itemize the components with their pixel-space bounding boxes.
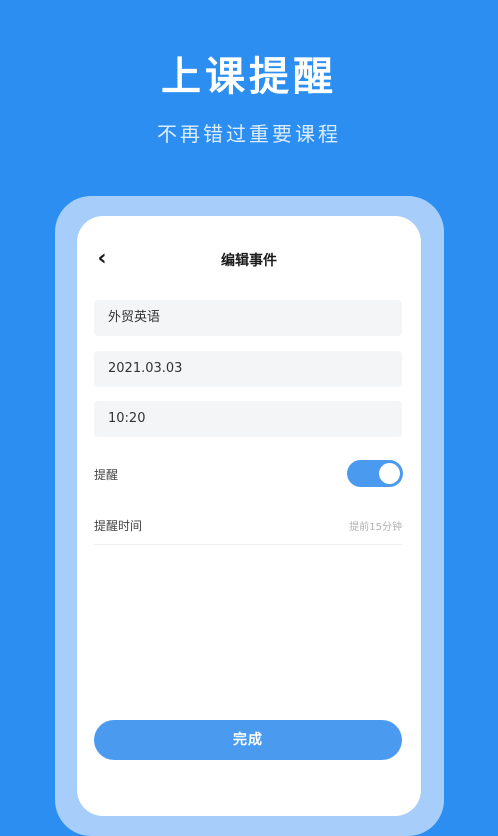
date-field[interactable]: 2021.03.03 bbox=[94, 351, 402, 387]
hero-subtitle: 不再错过重要课程 bbox=[157, 122, 341, 146]
reminder-time-value[interactable]: 提前15分钟 bbox=[349, 518, 402, 533]
time-field[interactable]: 10:20 bbox=[94, 401, 402, 437]
reminder-toggle[interactable] bbox=[347, 460, 403, 487]
done-button[interactable]: 完成 bbox=[94, 720, 402, 760]
course-name-field[interactable]: 外贸英语 bbox=[94, 300, 402, 336]
toggle-knob bbox=[379, 463, 400, 484]
divider bbox=[94, 544, 402, 545]
hero-title: 上课提醒 bbox=[161, 54, 337, 100]
reminder-time-label: 提醒时间 bbox=[94, 519, 143, 533]
reminder-label: 提醒 bbox=[94, 468, 119, 482]
page-title: 编辑事件 bbox=[221, 253, 277, 269]
